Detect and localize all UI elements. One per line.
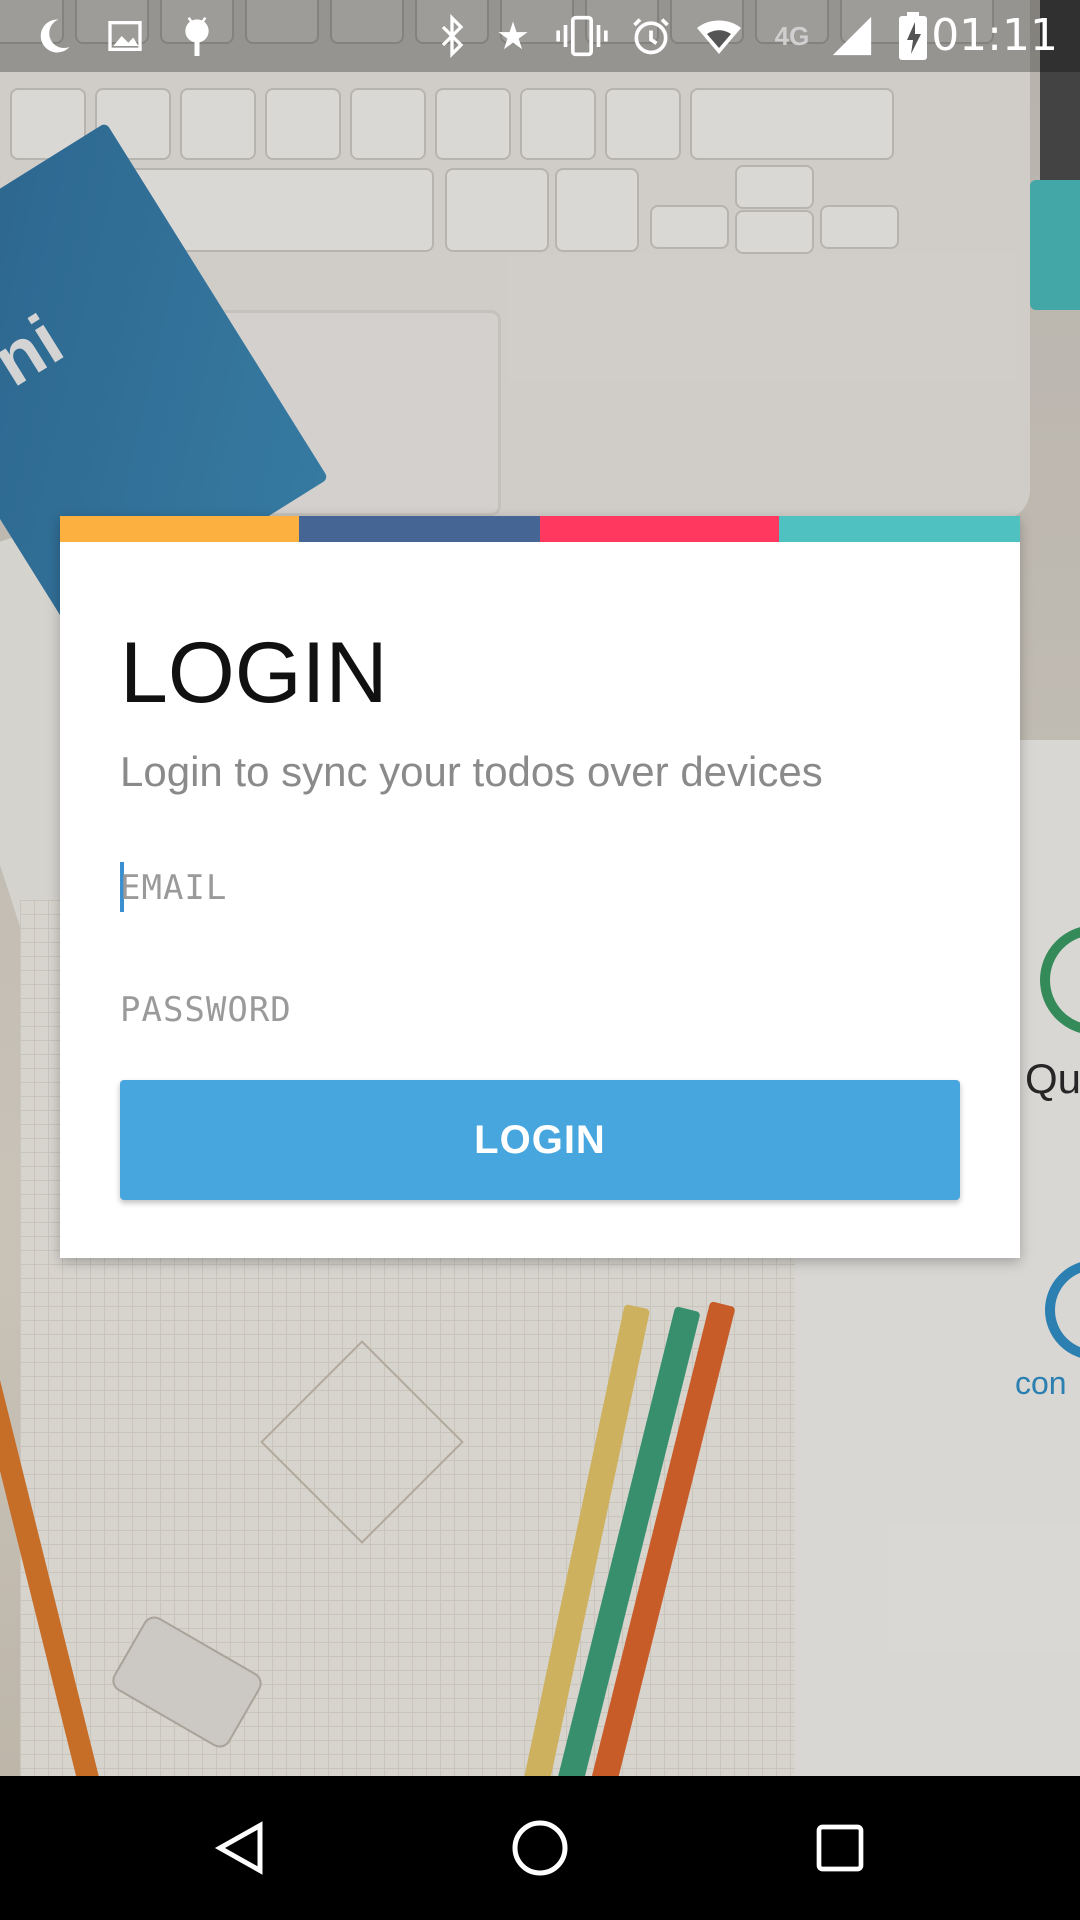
bluetooth-icon	[430, 12, 474, 60]
dialog-title: LOGIN	[120, 625, 388, 721]
network-type-label: 4G	[774, 20, 810, 51]
battery-charging-icon	[893, 12, 933, 60]
back-icon[interactable]	[190, 1798, 290, 1898]
status-bar: ★ 4G 01:11	[0, 0, 1080, 72]
color-stripe-3	[540, 516, 779, 542]
navigation-bar	[0, 1776, 1080, 1920]
signal-icon	[826, 12, 878, 60]
image-icon	[100, 12, 150, 60]
email-field[interactable]	[120, 848, 960, 928]
android-icon	[172, 12, 222, 60]
password-field[interactable]	[120, 970, 960, 1050]
vibrate-icon	[552, 12, 612, 60]
wifi-icon	[692, 12, 746, 60]
login-button[interactable]: LOGIN	[120, 1080, 960, 1200]
color-stripe-2	[299, 516, 540, 542]
recents-icon[interactable]	[790, 1798, 890, 1898]
color-stripe-4	[779, 516, 1020, 542]
clock-time: 01:11	[931, 10, 1058, 61]
star-icon: ★	[495, 15, 531, 58]
login-dialog: LOGIN Login to sync your todos over devi…	[60, 516, 1020, 1258]
home-icon[interactable]	[490, 1798, 590, 1898]
dialog-subtitle: Login to sync your todos over devices	[120, 748, 823, 795]
moon-icon	[28, 12, 78, 60]
alarm-icon	[626, 12, 676, 60]
color-stripe-1	[60, 516, 299, 542]
